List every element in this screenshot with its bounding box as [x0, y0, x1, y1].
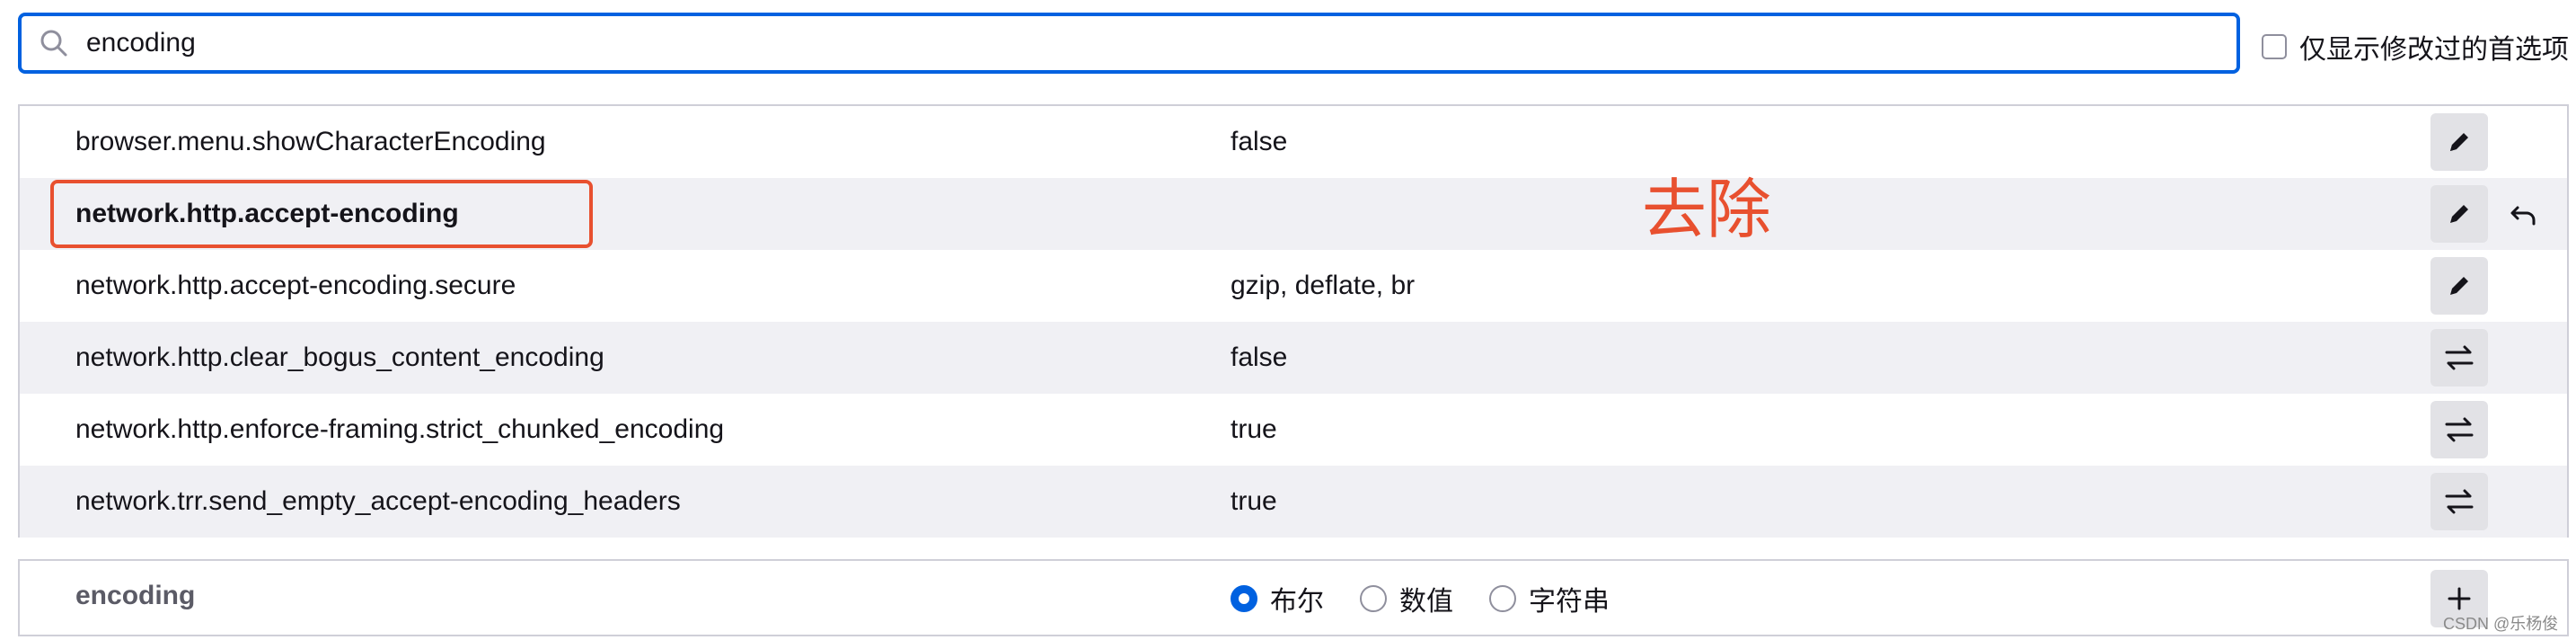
- toggle-button[interactable]: [2430, 473, 2488, 530]
- pencil-icon: [2450, 277, 2468, 295]
- pref-value: false: [1231, 342, 1288, 372]
- pref-value: true: [1231, 486, 1277, 516]
- reset-button[interactable]: [2499, 189, 2549, 239]
- new-pref-name: encoding: [75, 581, 196, 610]
- type-option-number[interactable]: 数值: [1360, 579, 1453, 618]
- pref-name: network.http.accept-encoding.secure: [75, 271, 516, 300]
- type-option-label: 字符串: [1529, 587, 1610, 617]
- show-modified-only-toggle[interactable]: 仅显示修改过的首选项: [2262, 27, 2569, 67]
- pref-value: false: [1231, 127, 1288, 156]
- undo-icon: [2510, 206, 2536, 226]
- type-option-boolean[interactable]: 布尔: [1231, 579, 1324, 618]
- prefs-table: browser.menu.showCharacterEncoding false…: [18, 104, 2569, 538]
- pref-value: gzip, deflate, br: [1231, 271, 1416, 300]
- toggle-arrows-icon: [2445, 345, 2474, 370]
- pref-name: network.http.clear_bogus_content_encodin…: [75, 342, 604, 372]
- edit-button[interactable]: [2430, 185, 2488, 243]
- toggle-button[interactable]: [2430, 329, 2488, 387]
- search-input[interactable]: [84, 27, 2154, 59]
- radio-boolean[interactable]: [1231, 585, 1257, 612]
- toggle-arrows-icon: [2445, 417, 2474, 442]
- edit-button[interactable]: [2430, 113, 2488, 171]
- pref-row: browser.menu.showCharacterEncoding false: [20, 106, 2567, 178]
- watermark: CSDN @乐杨俊: [2443, 615, 2559, 633]
- annotation-text: 去除: [1642, 174, 1772, 246]
- type-option-string[interactable]: 字符串: [1489, 579, 1610, 618]
- show-modified-only-checkbox[interactable]: [2262, 34, 2287, 59]
- pref-name: network.http.enforce-framing.strict_chun…: [75, 414, 725, 444]
- radio-number[interactable]: [1360, 585, 1387, 612]
- pref-row: network.http.clear_bogus_content_encodin…: [20, 322, 2567, 394]
- pref-type-radio-group: 布尔 数值 字符串: [1231, 579, 1645, 618]
- pref-value: true: [1231, 414, 1277, 444]
- search-bar[interactable]: [18, 13, 2240, 74]
- pref-row: network.http.accept-encoding.secure gzip…: [20, 250, 2567, 322]
- radio-string[interactable]: [1489, 585, 1516, 612]
- pref-row: network.http.enforce-framing.strict_chun…: [20, 394, 2567, 466]
- type-option-label: 布尔: [1270, 587, 1324, 617]
- pref-row: network.trr.send_empty_accept-encoding_h…: [20, 466, 2567, 538]
- pref-name: browser.menu.showCharacterEncoding: [75, 127, 546, 156]
- about-config-page: 仅显示修改过的首选项 browser.menu.showCharacterEnc…: [0, 0, 2576, 640]
- pencil-icon: [2450, 133, 2468, 151]
- search-icon: [40, 30, 67, 57]
- plus-icon: [2448, 587, 2471, 610]
- type-option-label: 数值: [1399, 587, 1453, 617]
- show-modified-only-label: 仅显示修改过的首选项: [2299, 35, 2569, 65]
- pref-name: network.trr.send_empty_accept-encoding_h…: [75, 486, 681, 516]
- edit-button[interactable]: [2430, 257, 2488, 315]
- annotation-highlight-box: [50, 180, 593, 248]
- toggle-button[interactable]: [2430, 401, 2488, 458]
- add-pref-row: encoding 布尔 数值 字符串: [18, 559, 2569, 636]
- pencil-icon: [2450, 205, 2468, 223]
- toggle-arrows-icon: [2445, 489, 2474, 514]
